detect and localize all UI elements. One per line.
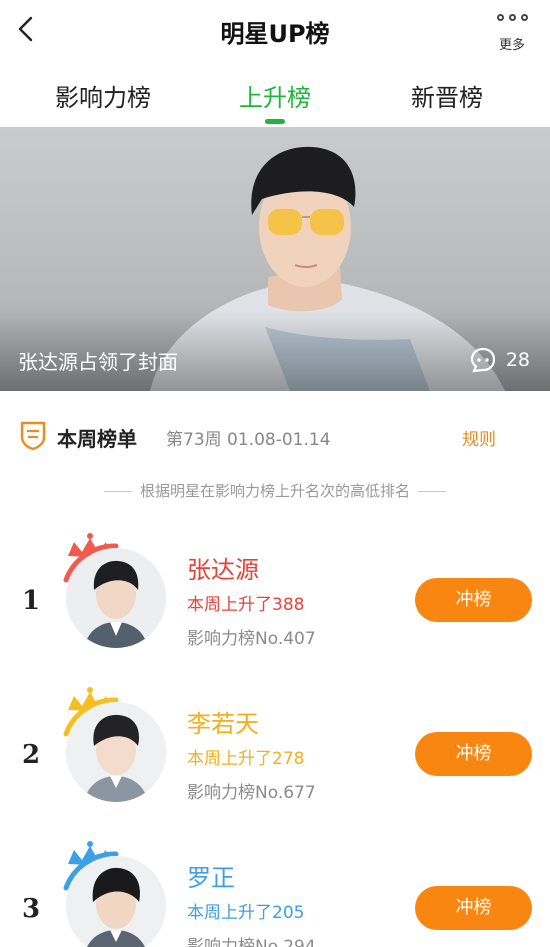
tab-bar: 影响力榜 上升榜 新晋榜	[0, 66, 550, 126]
active-tab-indicator	[265, 119, 285, 124]
boost-button[interactable]: 冲榜	[415, 732, 532, 776]
divider-right	[418, 491, 446, 492]
avatar-photo	[66, 702, 166, 802]
boost-button[interactable]: 冲榜	[415, 578, 532, 622]
rank-rise: 本周上升了205	[187, 903, 305, 923]
tab-influence[interactable]: 影响力榜	[33, 78, 173, 113]
tab-rising[interactable]: 上升榜	[205, 78, 345, 113]
week-header: 本周榜单 第73周 01.08-01.14 规则	[0, 410, 550, 460]
avatar[interactable]	[54, 530, 174, 650]
divider-left	[103, 491, 132, 492]
rank-number: 1	[22, 586, 41, 616]
banner-comments[interactable]: 28	[470, 347, 530, 373]
influence-rank: 影响力榜No.407	[187, 629, 316, 649]
rank-rise: 本周上升了388	[187, 595, 305, 615]
tab-newcomer[interactable]: 新晋榜	[377, 78, 517, 113]
top-bar: 明星UP榜 更多	[0, 0, 550, 64]
comment-bubble-icon	[470, 347, 495, 373]
star-name[interactable]: 张达源	[187, 550, 259, 585]
week-title: 本周榜单	[57, 427, 137, 451]
star-name[interactable]: 罗正	[187, 858, 235, 893]
avatar-photo	[66, 856, 166, 947]
ranking-item[interactable]: 1 张达源 本周上升了388 影响力榜No.407 冲榜	[0, 526, 550, 676]
influence-rank: 影响力榜No.677	[187, 783, 316, 803]
more-label: 更多	[498, 38, 525, 53]
ranking-item[interactable]: 2 李若天 本周上升了278 影响力榜No.677 冲榜	[0, 680, 550, 830]
rules-link[interactable]: 规则	[462, 425, 496, 450]
ranking-item[interactable]: 3 罗正 本周上升了205 影响力榜No.294 冲榜	[0, 834, 550, 947]
avatar-photo	[66, 548, 166, 648]
rank-rise: 本周上升了278	[187, 749, 305, 769]
banner-caption: 张达源占领了封面	[18, 350, 178, 374]
rank-number: 3	[22, 894, 41, 924]
star-name[interactable]: 李若天	[187, 704, 259, 739]
boost-button[interactable]: 冲榜	[415, 886, 532, 930]
week-range: 第73周 01.08-01.14	[166, 430, 331, 450]
avatar[interactable]	[54, 838, 174, 947]
influence-rank: 影响力榜No.294	[187, 937, 316, 947]
avatar[interactable]	[54, 684, 174, 804]
comment-count: 28	[505, 349, 530, 371]
page-title: 明星UP榜	[220, 20, 330, 48]
more-button[interactable]: 更多	[492, 10, 532, 53]
ranking-description-text: 根据明星在影响力榜上升名次的高低排名	[139, 482, 410, 500]
more-dots-icon	[492, 10, 532, 24]
shield-icon	[20, 421, 46, 450]
ranking-description: 根据明星在影响力榜上升名次的高低排名	[0, 480, 550, 501]
rank-number: 2	[22, 740, 41, 770]
cover-banner[interactable]: 张达源占领了封面 28	[0, 127, 550, 391]
